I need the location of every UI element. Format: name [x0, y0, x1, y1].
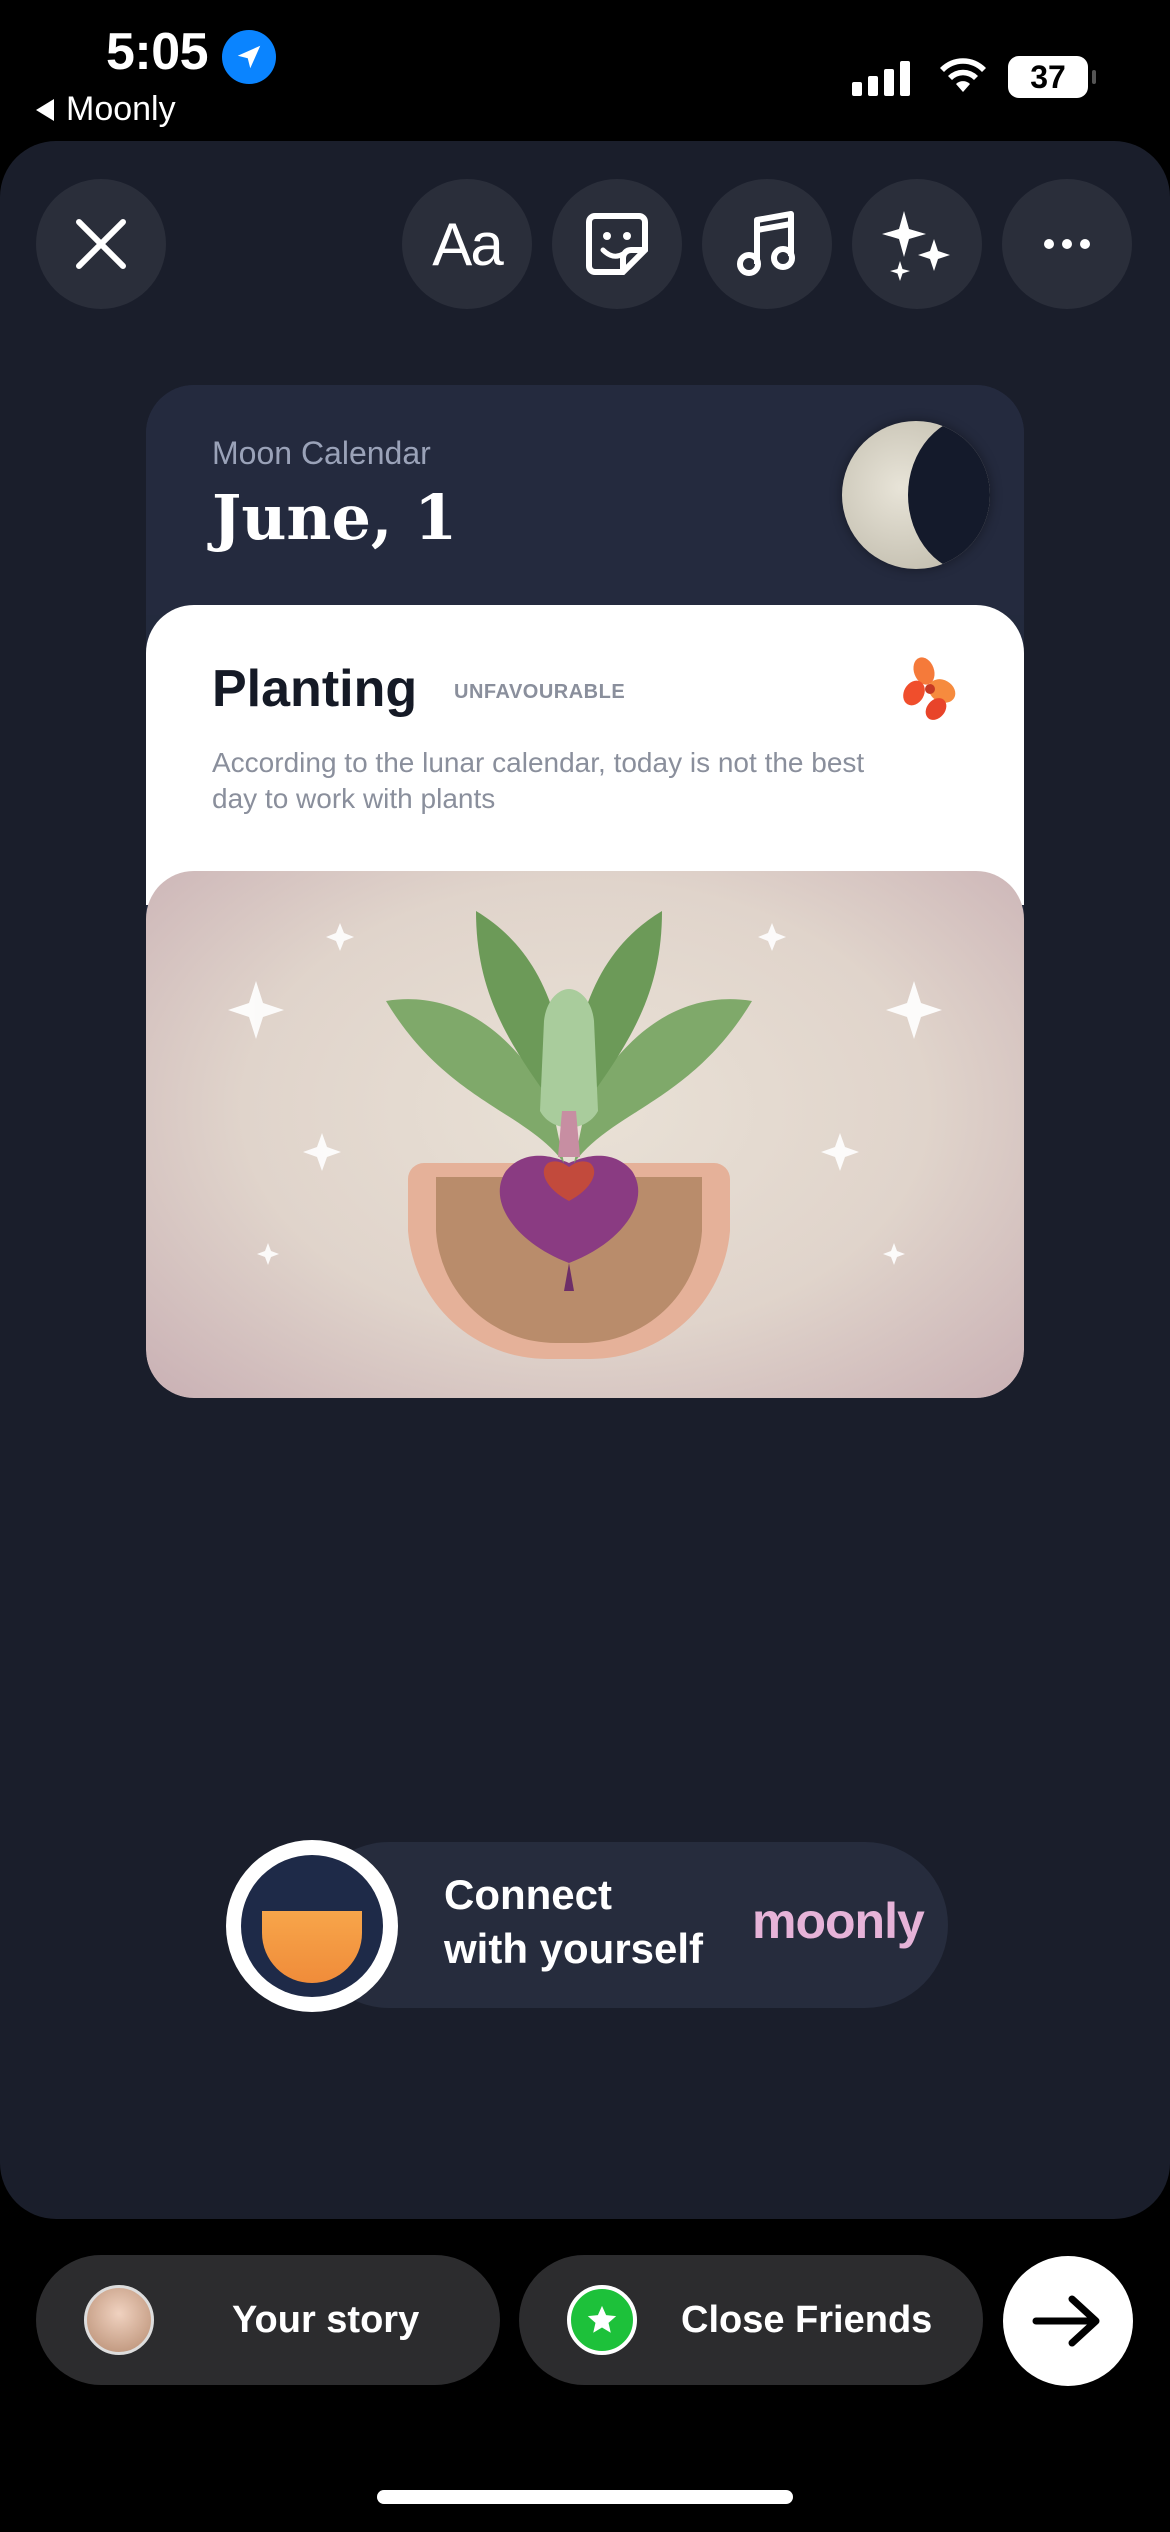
activity-title: Planting: [212, 660, 418, 718]
card-body: Planting UNFAVOURABLE According to the l…: [146, 605, 1024, 905]
your-story-label: Your story: [232, 2298, 420, 2341]
moonly-brand-sticker[interactable]: Connect with yourself moonly: [226, 1840, 948, 2012]
star-icon: [567, 2285, 637, 2355]
close-icon: [76, 219, 126, 269]
moon-calendar-card[interactable]: Moon Calendar June, 1 Planting UNFAVOURA…: [146, 385, 1024, 1398]
battery-indicator: 37: [1008, 56, 1096, 98]
sticker-button[interactable]: [552, 179, 682, 309]
avatar: [84, 2285, 154, 2355]
effects-button[interactable]: [852, 179, 982, 309]
back-app-label: Moonly: [66, 90, 176, 128]
brand-tagline-line2: with yourself: [444, 1925, 704, 1972]
close-button[interactable]: [36, 179, 166, 309]
more-button[interactable]: [1002, 179, 1132, 309]
your-story-button[interactable]: Your story: [36, 2255, 500, 2385]
back-to-app-link[interactable]: Moonly: [36, 90, 176, 129]
home-indicator[interactable]: [377, 2490, 793, 2504]
sparkles-icon: [882, 211, 950, 281]
sticker-icon: [586, 213, 648, 275]
brand-tagline-line1: Connect: [444, 1871, 612, 1918]
brand-tagline: Connect with yourself: [444, 1868, 703, 1976]
music-button[interactable]: [702, 179, 832, 309]
text-tool-button[interactable]: Aa: [402, 179, 532, 309]
card-header: Moon Calendar June, 1: [146, 385, 1024, 615]
brand-wordmark: moonly: [752, 1893, 925, 1949]
status-badge: UNFAVOURABLE: [454, 681, 626, 703]
moon-phase-icon: [842, 421, 990, 569]
send-button[interactable]: [1003, 2256, 1133, 2386]
back-triangle-icon: [36, 98, 54, 121]
moonly-logo-icon: [226, 1840, 398, 2012]
card-subtitle: Moon Calendar: [212, 435, 431, 471]
status-time: 5:05: [106, 23, 209, 81]
close-friends-button[interactable]: Close Friends: [519, 2255, 983, 2385]
activity-description: According to the lunar calendar, today i…: [212, 747, 865, 814]
wifi-icon: [940, 58, 986, 92]
location-arrow-icon: [222, 30, 276, 84]
card-date: June, 1: [212, 481, 458, 554]
story-canvas[interactable]: Aa Moon Calendar June, 1 Planting UNFAVO…: [0, 141, 1170, 2219]
text-tool-label: Aa: [432, 210, 503, 278]
plant-illustration: [146, 871, 1024, 1398]
arrow-right-icon: [1032, 2295, 1100, 2347]
battery-level: 37: [1030, 58, 1066, 95]
more-icon: [1044, 239, 1090, 249]
cellular-signal-icon: [852, 60, 910, 96]
music-note-icon: [737, 211, 795, 276]
flower-icon: [903, 657, 956, 720]
close-friends-label: Close Friends: [681, 2298, 933, 2341]
